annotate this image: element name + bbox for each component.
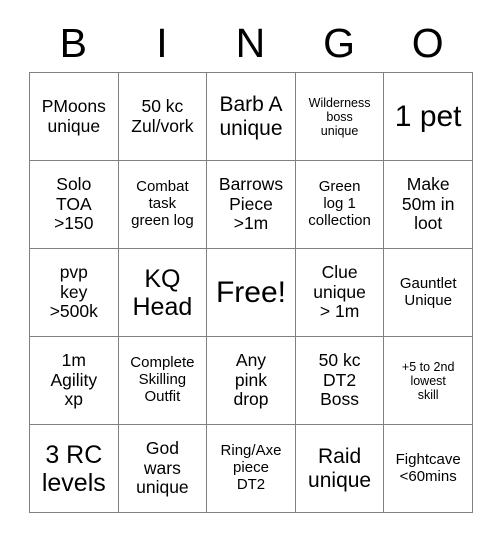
bingo-cell-0-0[interactable]: PMoons unique <box>29 72 119 161</box>
bingo-cell-label: pvp key >500k <box>49 262 98 322</box>
bingo-cell-label: 50 kc DT2 Boss <box>318 350 361 410</box>
bingo-cell-2-1[interactable]: KQ Head <box>117 248 208 337</box>
bingo-cell-4-0[interactable]: 3 RC levels <box>29 424 119 513</box>
bingo-cell-label: Raid unique <box>308 444 372 492</box>
bingo-header-letter-g: G <box>323 19 356 66</box>
bingo-cell-0-4[interactable]: 1 pet <box>383 72 473 161</box>
bingo-cell-label: 3 RC levels <box>41 440 106 497</box>
bingo-cell-3-1[interactable]: Complete Skilling Outfit <box>117 336 208 425</box>
bingo-cell-2-0[interactable]: pvp key >500k <box>29 248 119 337</box>
bingo-cell-label: Ring/Axe piece DT2 <box>220 442 282 493</box>
bingo-cell-1-0[interactable]: Solo TOA >150 <box>29 160 119 249</box>
bingo-cell-label: KQ Head <box>132 264 193 321</box>
bingo-cell-2-2[interactable]: Free! <box>206 248 296 337</box>
bingo-cell-4-3[interactable]: Raid unique <box>294 424 385 513</box>
bingo-cell-label: Fightcave <60mins <box>395 450 461 485</box>
bingo-row: 1m Agility xp Complete Skilling Outfit Any… <box>29 336 473 425</box>
bingo-cell-3-0[interactable]: 1m Agility xp <box>29 336 119 425</box>
bingo-cell-label: +5 to 2nd lowest skill <box>401 359 455 402</box>
bingo-cell-label: Clue unique > 1m <box>313 262 366 322</box>
bingo-cell-label: Gauntlet Unique <box>399 274 457 309</box>
bingo-cell-label: PMoons unique <box>41 95 106 136</box>
bingo-cell-2-3[interactable]: Clue unique > 1m <box>294 248 385 337</box>
bingo-cell-label: Free! <box>215 275 286 309</box>
bingo-cell-0-1[interactable]: 50 kc Zul/vork <box>117 72 208 161</box>
bingo-cell-label: Complete Skilling Outfit <box>130 354 195 405</box>
bingo-cell-3-2[interactable]: Any pink drop <box>206 336 296 425</box>
bingo-row: Solo TOA >150 Combat task green log Barrow… <box>29 160 473 249</box>
bingo-cell-4-4[interactable]: Fightcave <60mins <box>383 424 473 513</box>
bingo-row: 3 RC levels God wars unique Ring/Axe piece… <box>29 424 473 513</box>
bingo-cell-2-4[interactable]: Gauntlet Unique <box>383 248 473 337</box>
bingo-cell-label: Combat task green log <box>131 178 194 229</box>
bingo-cell-3-4[interactable]: +5 to 2nd lowest skill <box>383 336 473 425</box>
bingo-grid-body: PMoons unique 50 kc Zul/vork Barb A unique… <box>29 72 473 513</box>
bingo-header-letter-b: B <box>59 19 87 66</box>
bingo-header-letter-i: I <box>156 19 168 66</box>
bingo-row: PMoons unique 50 kc Zul/vork Barb A unique… <box>29 72 473 161</box>
bingo-cell-0-3[interactable]: Wilderness boss unique <box>294 72 385 161</box>
bingo-header-letter-n: N <box>235 19 266 66</box>
bingo-cell-1-1[interactable]: Combat task green log <box>117 160 208 249</box>
bingo-row: pvp key >500k KQ Head Free! Clue unique > 1… <box>29 248 473 337</box>
bingo-cell-label: Any pink drop <box>233 350 269 410</box>
bingo-cell-label: 1m Agility xp <box>50 350 98 410</box>
bingo-cell-label: Wilderness boss unique <box>308 95 371 138</box>
bingo-header: BINGO <box>29 14 472 72</box>
bingo-cell-label: Green log 1 collection <box>308 178 371 229</box>
bingo-card: B I N G O PMoons unique 50 kc Zul/vork Barb A … <box>29 14 473 513</box>
bingo-cell-label: Barb A unique <box>219 92 283 140</box>
bingo-cell-label: 50 kc Zul/vork <box>131 95 194 136</box>
bingo-cell-label: God wars unique <box>136 438 189 498</box>
bingo-cell-label: 1 pet <box>394 99 462 133</box>
bingo-cell-1-3[interactable]: Green log 1 collection <box>294 160 385 249</box>
bingo-cell-1-4[interactable]: Make 50m in loot <box>383 160 473 249</box>
bingo-cell-label: Barrows Piece >1m <box>218 174 284 234</box>
bingo-header-letter-o: O <box>411 19 444 66</box>
bingo-cell-0-2[interactable]: Barb A unique <box>206 72 296 161</box>
bingo-cell-4-1[interactable]: God wars unique <box>117 424 208 513</box>
bingo-grid: PMoons unique 50 kc Zul/vork Barb A unique… <box>29 72 473 513</box>
bingo-cell-label: Solo TOA >150 <box>54 174 94 234</box>
bingo-cell-1-2[interactable]: Barrows Piece >1m <box>206 160 296 249</box>
bingo-cell-label: Make 50m in loot <box>401 174 455 234</box>
bingo-cell-3-3[interactable]: 50 kc DT2 Boss <box>294 336 385 425</box>
bingo-cell-4-2[interactable]: Ring/Axe piece DT2 <box>206 424 296 513</box>
